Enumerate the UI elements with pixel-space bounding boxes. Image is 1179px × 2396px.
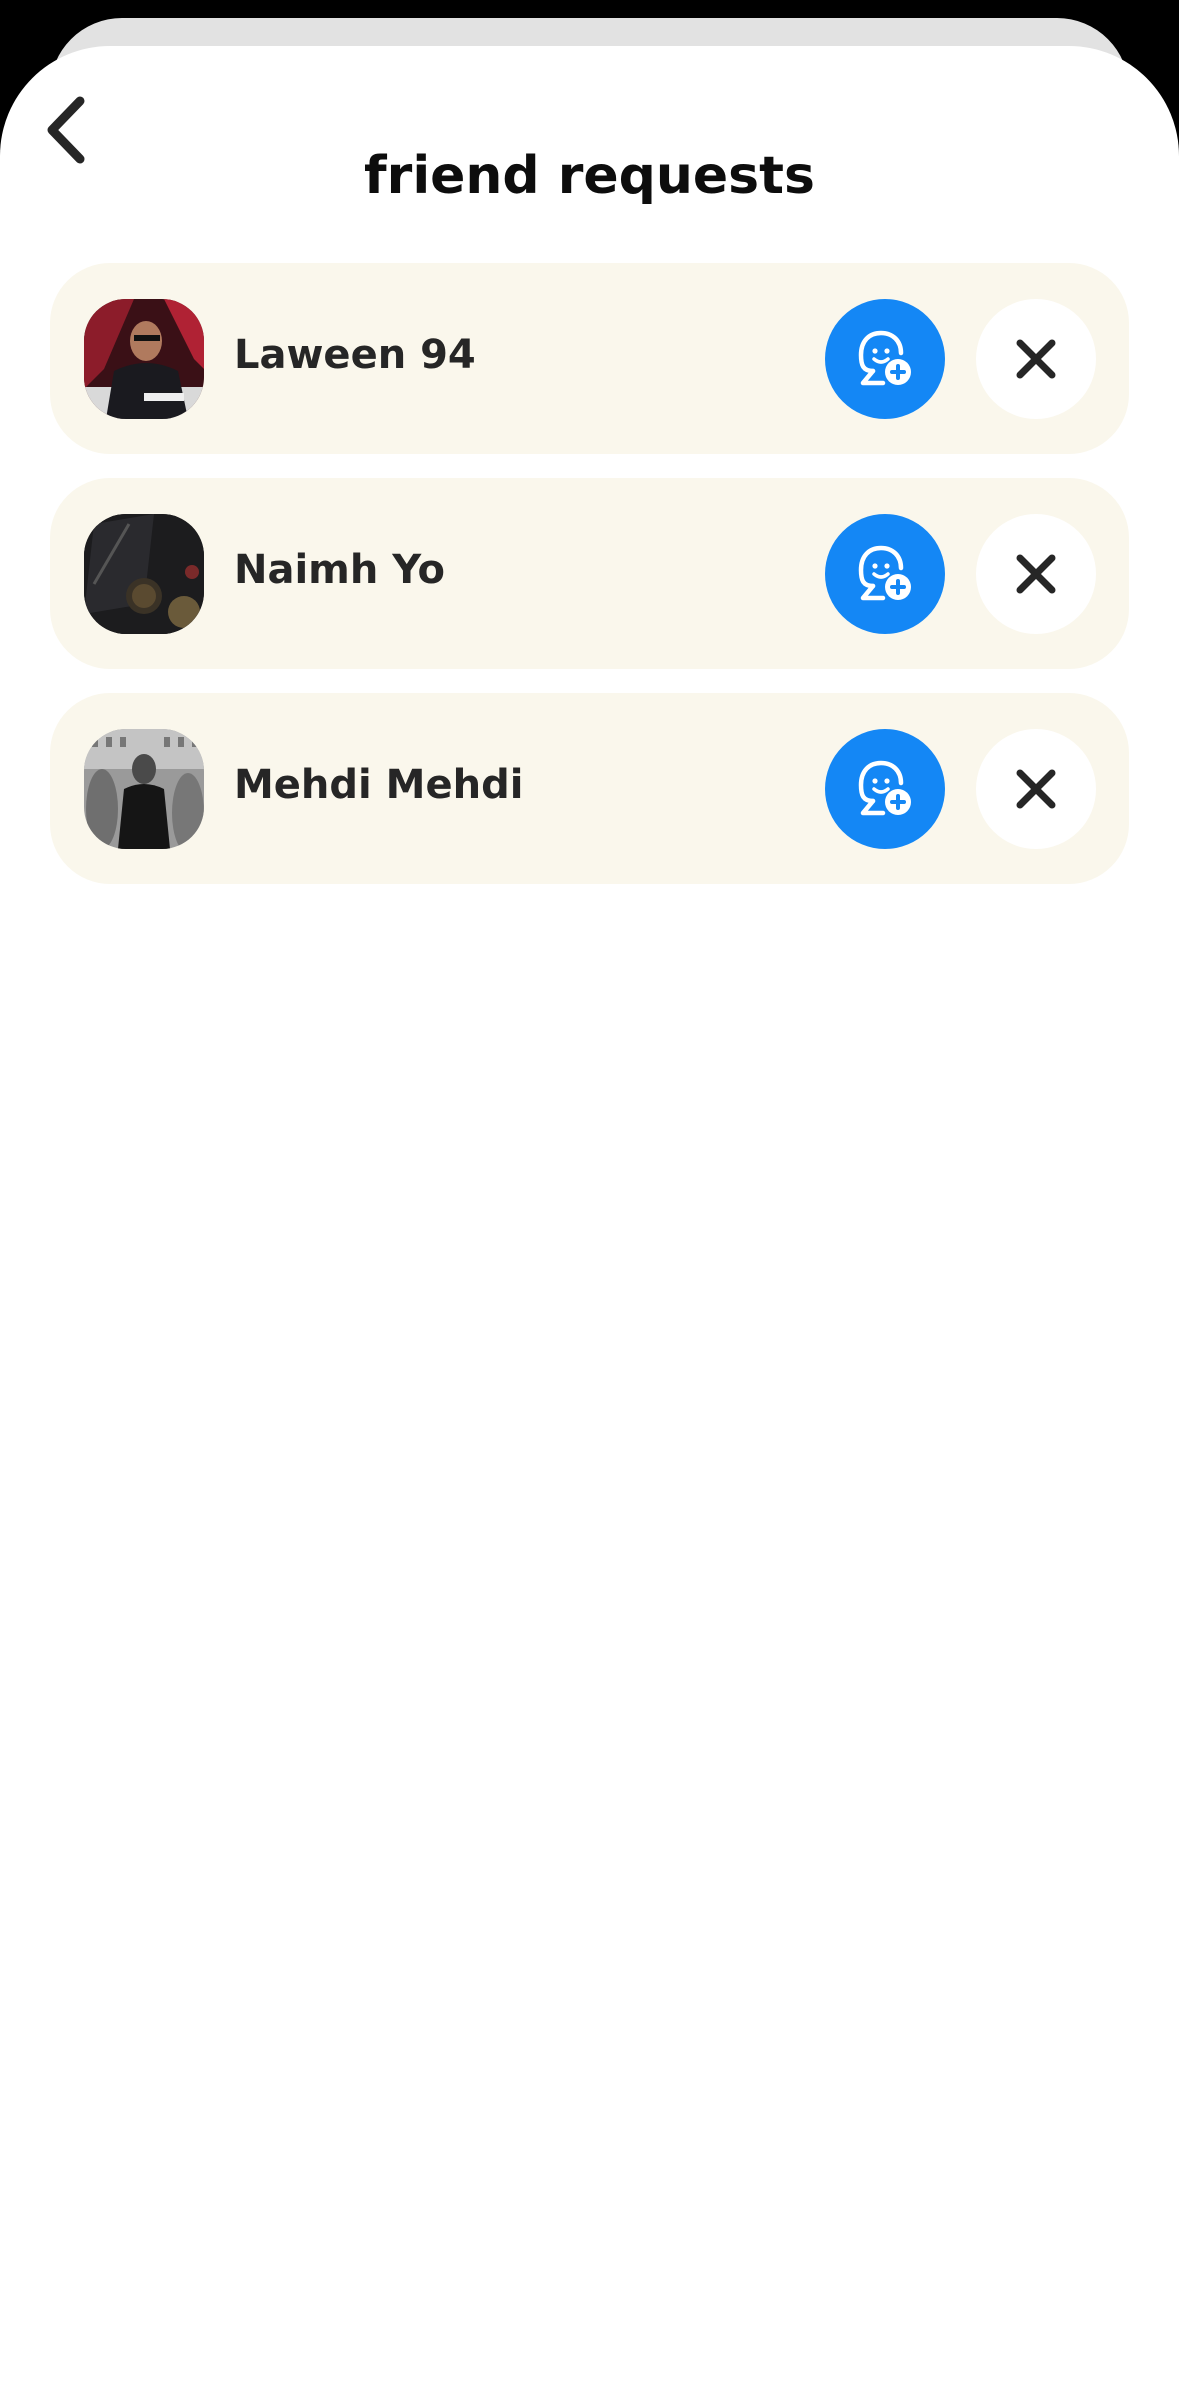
accept-request-button[interactable] bbox=[825, 299, 945, 419]
requester-name: Naimh Yo bbox=[234, 547, 446, 593]
decline-request-button[interactable] bbox=[976, 729, 1096, 849]
requester-name: Laween 94 bbox=[234, 332, 476, 378]
add-friend-icon bbox=[858, 330, 911, 386]
add-friend-icon bbox=[858, 760, 911, 816]
close-icon bbox=[1016, 554, 1056, 594]
close-icon bbox=[1016, 769, 1056, 809]
app-screen: friend requests Laween 94 Naimh Yo Mehdi… bbox=[0, 0, 1179, 2396]
avatar[interactable] bbox=[84, 729, 204, 849]
requester-name: Mehdi Mehdi bbox=[234, 762, 524, 808]
decline-request-button[interactable] bbox=[976, 514, 1096, 634]
accept-request-button[interactable] bbox=[825, 514, 945, 634]
decline-request-button[interactable] bbox=[976, 299, 1096, 419]
friend-request-card: Laween 94 bbox=[50, 263, 1129, 454]
avatar[interactable] bbox=[84, 514, 204, 634]
add-friend-icon bbox=[858, 545, 911, 601]
friend-request-card: Naimh Yo bbox=[50, 478, 1129, 669]
avatar[interactable] bbox=[84, 299, 204, 419]
friend-request-list: Laween 94 Naimh Yo Mehdi Mehdi bbox=[50, 263, 1129, 908]
accept-request-button[interactable] bbox=[825, 729, 945, 849]
friend-request-card: Mehdi Mehdi bbox=[50, 693, 1129, 884]
close-icon bbox=[1016, 339, 1056, 379]
page-title: friend requests bbox=[364, 146, 815, 206]
